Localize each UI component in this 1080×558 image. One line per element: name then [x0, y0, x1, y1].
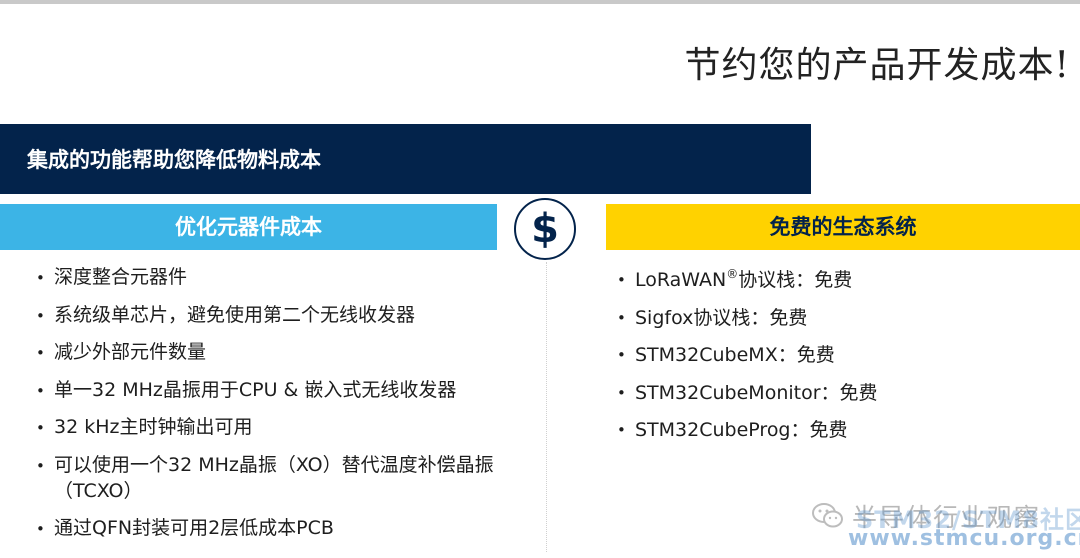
watermark: 半导体行业观察 STM32/STM8社区 www.stmcu.org.cn	[812, 496, 1080, 554]
list-item-text: 深度整合元器件	[54, 266, 188, 288]
list-item-text: 可以使用一个32 MHz晶振（XO）替代温度补偿晶振	[54, 453, 494, 476]
watermark-url: www.stmcu.org.cn	[848, 526, 1080, 551]
list-item: • 系统级单芯片，避免使用第二个无线收发器	[36, 302, 536, 328]
list-item-text: ：免费	[790, 419, 848, 441]
bullet-icon: •	[36, 269, 45, 287]
list-item-text: ：免费	[820, 381, 878, 404]
list-item: • STM32CubeMX：免费	[617, 341, 1057, 369]
bullet-icon: •	[617, 308, 626, 327]
list-item-text: 32 kHz主时钟输出可用	[54, 416, 253, 438]
list-item-name: STM32CubeProg	[635, 419, 791, 441]
banner: 集成的功能帮助您降低物料成本	[0, 124, 811, 194]
list-item: • STM32CubeMonitor：免费	[617, 379, 1057, 407]
bullet-icon: •	[36, 381, 45, 400]
list-item-name: Sigfox	[635, 306, 694, 329]
bullet-icon: •	[617, 271, 626, 289]
top-rule	[0, 0, 1080, 4]
bullet-icon: •	[617, 421, 626, 439]
bullet-icon: •	[36, 419, 45, 437]
list-item-text: 系统级单芯片，避免使用第二个无线收发器	[54, 303, 416, 326]
list-item-text: 单一32 MHz晶振用于CPU & 嵌入式无线收发器	[54, 378, 457, 401]
list-item-text: 减少外部元件数量	[54, 341, 207, 363]
right-column-heading: 免费的生态系统	[606, 204, 1080, 250]
list-item: • Sigfox协议栈：免费	[617, 304, 1057, 332]
list-item-text-continued: （TCXO）	[54, 479, 143, 502]
slide-title: 节约您的产品开发成本!	[684, 45, 1070, 86]
bullet-icon: •	[36, 519, 45, 538]
list-item: • LoRaWAN®协议栈：免费	[617, 266, 1057, 294]
bullet-icon: •	[617, 346, 626, 364]
bullet-icon: •	[36, 344, 45, 362]
registered-mark: ®	[726, 267, 739, 281]
list-item-name: STM32CubeMX	[635, 344, 778, 366]
list-item-text: ：免费	[777, 344, 835, 366]
wechat-icon	[812, 503, 843, 528]
list-item: • 单一32 MHz晶振用于CPU & 嵌入式无线收发器	[36, 377, 536, 403]
list-item: • STM32CubeProg：免费	[617, 416, 1057, 444]
list-item: • 深度整合元器件	[36, 264, 536, 290]
list-item-text: 协议栈：免费	[693, 306, 808, 329]
list-item: • 减少外部元件数量	[36, 339, 536, 365]
list-item: • 可以使用一个32 MHz晶振（XO）替代温度补偿晶振 （TCXO）	[36, 452, 536, 504]
left-bullet-list: • 深度整合元器件 • 系统级单芯片，避免使用第二个无线收发器 • 减少外部元件数量 …	[36, 264, 536, 552]
column-divider	[546, 262, 547, 552]
list-item-name: STM32CubeMonitor	[635, 381, 821, 404]
bullet-icon: •	[36, 456, 45, 475]
list-item: • 通过QFN封装可用2层低成本PCB	[36, 515, 536, 541]
list-item-name: LoRaWAN	[635, 269, 727, 291]
right-bullet-list: • LoRaWAN®协议栈：免费 • Sigfox协议栈：免费 • STM32Cube…	[617, 266, 1057, 454]
bullet-icon: •	[36, 306, 45, 325]
bullet-icon: •	[617, 383, 626, 402]
banner-text: 集成的功能帮助您降低物料成本	[27, 148, 321, 172]
list-item-text: 协议栈：免费	[738, 269, 853, 291]
list-item: • 32 kHz主时钟输出可用	[36, 414, 536, 440]
list-item-text: 通过QFN封装可用2层低成本PCB	[54, 516, 334, 539]
dollar-icon: $	[514, 198, 576, 260]
left-column-heading: 优化元器件成本	[0, 204, 497, 250]
